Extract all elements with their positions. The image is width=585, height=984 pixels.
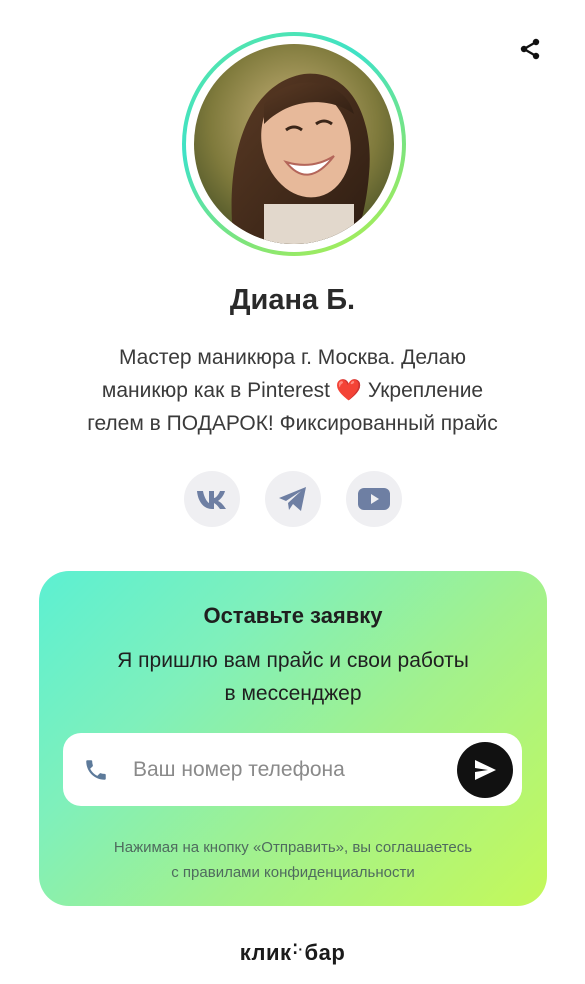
avatar-ring [182, 32, 406, 256]
consent-text: Нажимая на кнопку «Отправить», вы соглаш… [39, 835, 547, 885]
request-form-card: Оставьте заявку Я пришлю вам прайс и сво… [39, 571, 547, 906]
bio-line: гелем в ПОДАРОК! Фиксированный прайс [87, 412, 498, 435]
brand-right: бар [304, 940, 346, 965]
youtube-icon [357, 488, 390, 510]
phone-field [63, 733, 522, 806]
brand-logo[interactable]: клик⁚·бар [0, 940, 585, 966]
form-subtitle: Я пришлю вам прайс и свои работы в мессе… [39, 644, 547, 710]
form-title: Оставьте заявку [203, 603, 383, 628]
bio-line-text: Укрепление [367, 379, 484, 402]
avatar [194, 44, 394, 244]
heart-icon: ❤️ [335, 379, 362, 402]
social-youtube-button[interactable] [345, 471, 402, 527]
consent-line: Нажимая на кнопку «Отправить», вы соглаш… [113, 839, 473, 856]
brand-dots-icon: ⁚· [292, 941, 304, 957]
profile-bio: Мастер маникюра г. Москва. Делаю маникюр… [40, 341, 545, 440]
phone-icon [83, 757, 123, 783]
telegram-icon [278, 487, 306, 511]
form-subtitle-line: Я пришлю вам прайс и свои работы [117, 649, 469, 672]
form-subtitle-line: в мессенджер [224, 682, 362, 705]
avatar-frame [186, 36, 402, 252]
social-vk-button[interactable] [183, 471, 240, 527]
profile-page: Диана Б. Мастер маникюра г. Москва. Дела… [0, 0, 585, 984]
send-button[interactable] [457, 741, 513, 798]
consent-line: с правилами конфиденциальности [171, 864, 415, 881]
share-icon [520, 38, 540, 60]
vk-icon [196, 491, 226, 509]
phone-input[interactable] [133, 757, 457, 782]
social-links [0, 471, 585, 527]
bio-line: маникюр как в Pinterest ❤️ Укрепление [40, 374, 545, 407]
social-telegram-button[interactable] [264, 471, 321, 527]
bio-line: Мастер маникюра г. Москва. Делаю [118, 346, 467, 369]
profile-name: Диана Б. [229, 284, 356, 316]
share-button[interactable] [515, 34, 545, 64]
bio-line-text: маникюр как в Pinterest [101, 379, 330, 402]
brand-left: клик [239, 940, 292, 965]
send-icon [475, 759, 496, 780]
